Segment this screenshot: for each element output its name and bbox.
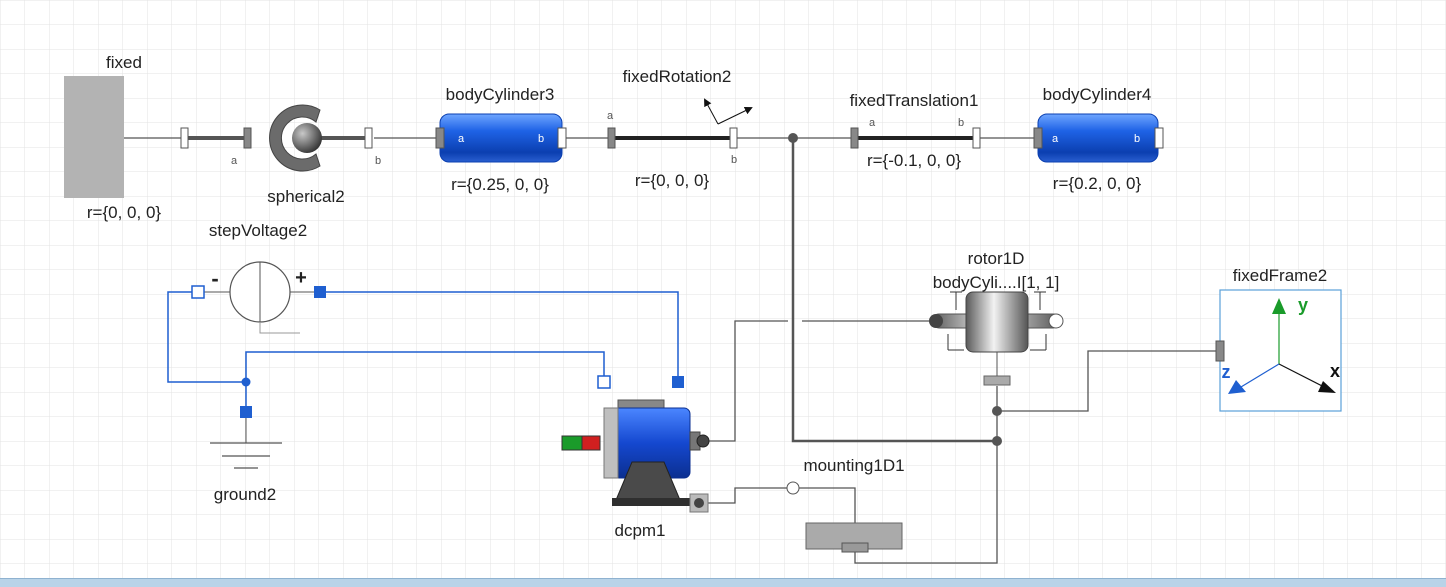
port-icon[interactable] <box>435 127 445 149</box>
fixedTranslation1-label: fixedTranslation1 <box>850 91 979 110</box>
fixed-param: r={0, 0, 0} <box>87 203 162 222</box>
y-axis-label: y <box>1298 295 1308 315</box>
mounting1D1-label: mounting1D1 <box>803 456 904 475</box>
port-a-label: a <box>869 117 876 129</box>
port-icon[interactable] <box>243 127 252 149</box>
port-icon[interactable] <box>972 127 981 149</box>
ground2-label: ground2 <box>214 485 276 504</box>
rotor1D-label: rotor1D <box>968 249 1025 268</box>
fixedRotation2-param: r={0, 0, 0} <box>635 171 710 190</box>
port-b-label: b <box>538 133 544 145</box>
fixed-label: fixed <box>106 53 142 72</box>
port-b-label: b <box>731 154 737 166</box>
junction-dot <box>241 377 251 387</box>
diagram-canvas[interactable]: fixed r={0, 0, 0} a b spherical2 a b bod… <box>0 0 1446 586</box>
port-icon[interactable] <box>1154 127 1164 149</box>
port-icon[interactable] <box>850 127 859 149</box>
motor-flange-icon[interactable] <box>696 434 710 448</box>
port-icon[interactable] <box>1033 127 1043 149</box>
junction-dot <box>992 436 1002 446</box>
ball-joint-icon <box>292 123 322 153</box>
bodyCylinder3-param: r={0.25, 0, 0} <box>451 175 549 194</box>
junction-dot <box>788 133 798 143</box>
x-axis-label: x <box>1330 361 1340 381</box>
rotor-inertia-icon <box>965 291 1029 353</box>
rotor-flange-b-icon[interactable] <box>1048 313 1064 329</box>
motor-endcap <box>603 407 619 479</box>
port-b-label: b <box>958 117 964 129</box>
fixedFrame2-label: fixedFrame2 <box>1233 266 1327 285</box>
port-b-label: b <box>375 155 381 167</box>
port-a-label: a <box>1052 133 1059 145</box>
port-icon[interactable] <box>557 127 567 149</box>
motor-pin-p-icon[interactable] <box>672 376 684 388</box>
motor-pin-n-icon[interactable] <box>597 375 611 389</box>
port-a-label: a <box>231 155 238 167</box>
fixed-block <box>64 76 124 198</box>
port-b-label: b <box>1134 133 1140 145</box>
minus-sign: - <box>211 266 218 291</box>
bodyCylinder4-label: bodyCylinder4 <box>1043 85 1152 104</box>
bodyCylinder4-param: r={0.2, 0, 0} <box>1053 174 1142 193</box>
port-icon[interactable] <box>607 127 616 149</box>
spherical2-label: spherical2 <box>267 187 345 206</box>
rotor-support-icon[interactable] <box>983 375 1011 386</box>
motor-status-red <box>581 435 601 451</box>
port-icon[interactable] <box>180 127 189 149</box>
motor-status-green <box>561 435 583 451</box>
junction-dot <box>992 406 1002 416</box>
rotor1D-param: bodyCyli....I[1, 1] <box>933 273 1060 292</box>
plus-sign: + <box>295 267 307 289</box>
negative-pin-icon[interactable] <box>191 285 205 299</box>
stepVoltage2-label: stepVoltage2 <box>209 221 307 240</box>
port-icon[interactable] <box>729 127 738 149</box>
z-axis-label: z <box>1222 362 1231 382</box>
motor-base <box>612 498 694 506</box>
fixedRotation2-label: fixedRotation2 <box>623 67 732 86</box>
dcpm1-label: dcpm1 <box>614 521 665 540</box>
port-a-label: a <box>458 133 465 145</box>
positive-pin-icon[interactable] <box>314 286 326 298</box>
bodyCylinder3-label: bodyCylinder3 <box>446 85 555 104</box>
port-icon[interactable] <box>1215 340 1225 362</box>
bodyCylinder3-component[interactable]: a b bodyCylinder3 r={0.25, 0, 0} <box>435 85 567 194</box>
ground-pin-icon[interactable] <box>240 406 252 418</box>
mounting-flange-icon[interactable] <box>841 542 869 553</box>
mounting-frame-port-icon[interactable] <box>786 481 800 495</box>
fixedTranslation1-param: r={-0.1, 0, 0} <box>867 151 961 170</box>
support-flange-dot <box>694 498 704 508</box>
port-a-label: a <box>607 110 614 122</box>
rotor-flange-a-icon[interactable] <box>929 314 943 328</box>
port-icon[interactable] <box>364 127 373 149</box>
